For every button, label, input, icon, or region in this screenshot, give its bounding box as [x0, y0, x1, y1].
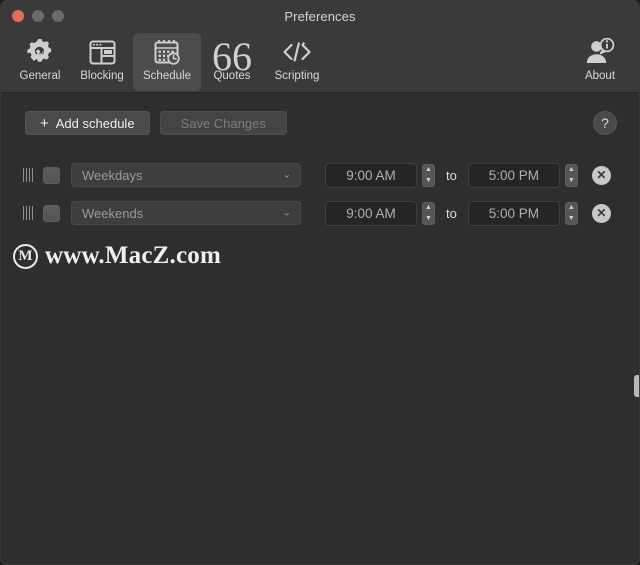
chevron-down-icon: ⌄: [282, 169, 291, 181]
days-select-value: Weekdays: [82, 167, 143, 183]
macz-logo-letter: M: [18, 247, 33, 264]
delete-schedule-button[interactable]: ✕: [591, 165, 611, 185]
schedule-enabled-checkbox[interactable]: [43, 204, 60, 222]
start-time-field[interactable]: 9:00 AM: [325, 200, 417, 226]
chevron-down-icon: ⌄: [282, 207, 291, 219]
toolbar-item-schedule-label: Schedule: [143, 70, 191, 82]
toolbar-item-general-label: General: [19, 70, 61, 82]
toolbar-item-scripting-label: Scripting: [274, 70, 320, 82]
schedule-enabled-checkbox[interactable]: [43, 166, 60, 184]
help-label: ?: [601, 115, 609, 131]
stepper-down-icon: ▼: [567, 176, 575, 184]
window-title: Preferences: [284, 8, 356, 24]
toolbar-item-scripting[interactable]: Scripting: [263, 33, 331, 91]
toolbar-item-about-label: About: [584, 70, 616, 82]
drag-handle-icon[interactable]: [21, 205, 35, 221]
stepper-up-icon: ▲: [425, 204, 432, 212]
toolbar-item-blocking-label: Blocking: [80, 70, 124, 82]
quotation-mark-icon: 66: [212, 34, 252, 79]
help-button[interactable]: ?: [593, 111, 617, 135]
toolbar-item-quotes-label: Quotes: [213, 70, 251, 82]
titlebar: Preferences: [1, 1, 639, 31]
close-icon: ✕: [596, 168, 607, 182]
toolbar: General Blocking Schedule 66 Quotes Scri…: [1, 31, 639, 93]
table-row: Weekends ⌄ 9:00 AM ▲ ▼ to 5:00 PM ▲ ▼ ✕: [1, 194, 639, 232]
end-time-field[interactable]: 5:00 PM: [467, 200, 560, 226]
code-brackets-icon: [282, 37, 312, 67]
days-select-value: Weekends: [82, 205, 144, 221]
end-time-field[interactable]: 5:00 PM: [467, 162, 560, 188]
scrollbar-thumb[interactable]: [634, 375, 639, 397]
watermark-text: www.MacZ.com: [45, 242, 221, 269]
plus-icon: +: [40, 114, 49, 132]
action-bar: + Add schedule Save Changes: [1, 93, 639, 135]
time-range-group: 9:00 AM ▲ ▼ to 5:00 PM ▲ ▼ ✕: [325, 200, 611, 226]
content-area: + Add schedule Save Changes ? Weekdays ⌄: [1, 93, 639, 564]
toolbar-item-blocking[interactable]: Blocking: [71, 33, 133, 91]
end-time-stepper[interactable]: ▲ ▼: [564, 163, 578, 187]
toolbar-item-general[interactable]: General: [9, 33, 71, 91]
add-schedule-button[interactable]: + Add schedule: [25, 111, 150, 135]
macz-logo-icon: M: [13, 243, 38, 269]
window-controls: [12, 10, 64, 22]
days-select[interactable]: Weekends ⌄: [71, 201, 301, 225]
browser-window-icon: [89, 37, 116, 67]
stepper-down-icon: ▼: [425, 214, 432, 222]
watermark: M www.MacZ.com: [1, 242, 639, 270]
stepper-down-icon: ▼: [425, 176, 432, 184]
gear-wrench-icon: [26, 37, 54, 67]
close-button[interactable]: [12, 10, 24, 22]
stepper-up-icon: ▲: [567, 166, 575, 174]
schedule-list: Weekdays ⌄ 9:00 AM ▲ ▼ to 5:00 PM ▲ ▼ ✕ …: [1, 156, 639, 232]
minimize-button[interactable]: [32, 10, 44, 22]
person-info-icon: [585, 37, 615, 67]
toolbar-item-quotes[interactable]: 66 Quotes: [201, 33, 263, 91]
to-label: to: [446, 205, 457, 221]
toolbar-item-schedule[interactable]: Schedule: [133, 33, 201, 91]
start-time-field[interactable]: 9:00 AM: [325, 162, 417, 188]
to-label: to: [446, 167, 457, 183]
close-icon: ✕: [596, 206, 607, 220]
add-schedule-label: Add schedule: [55, 115, 135, 131]
table-row: Weekdays ⌄ 9:00 AM ▲ ▼ to 5:00 PM ▲ ▼ ✕: [1, 156, 639, 194]
days-select[interactable]: Weekdays ⌄: [71, 163, 301, 187]
toolbar-items: General Blocking Schedule 66 Quotes Scri…: [9, 33, 331, 91]
save-changes-label: Save Changes: [180, 115, 266, 131]
calendar-clock-icon: [154, 37, 181, 67]
start-time-stepper[interactable]: ▲ ▼: [422, 163, 435, 187]
zoom-button[interactable]: [52, 10, 64, 22]
preferences-window: Preferences General Blocking Schedule 66…: [0, 0, 640, 565]
end-time-stepper[interactable]: ▲ ▼: [564, 201, 578, 225]
stepper-up-icon: ▲: [567, 204, 575, 212]
stepper-down-icon: ▼: [567, 214, 575, 222]
stepper-up-icon: ▲: [425, 166, 432, 174]
toolbar-item-about[interactable]: About: [569, 33, 631, 91]
delete-schedule-button[interactable]: ✕: [591, 203, 611, 223]
start-time-stepper[interactable]: ▲ ▼: [422, 201, 435, 225]
time-range-group: 9:00 AM ▲ ▼ to 5:00 PM ▲ ▼ ✕: [325, 162, 611, 188]
drag-handle-icon[interactable]: [21, 167, 35, 183]
save-changes-button[interactable]: Save Changes: [159, 111, 287, 135]
